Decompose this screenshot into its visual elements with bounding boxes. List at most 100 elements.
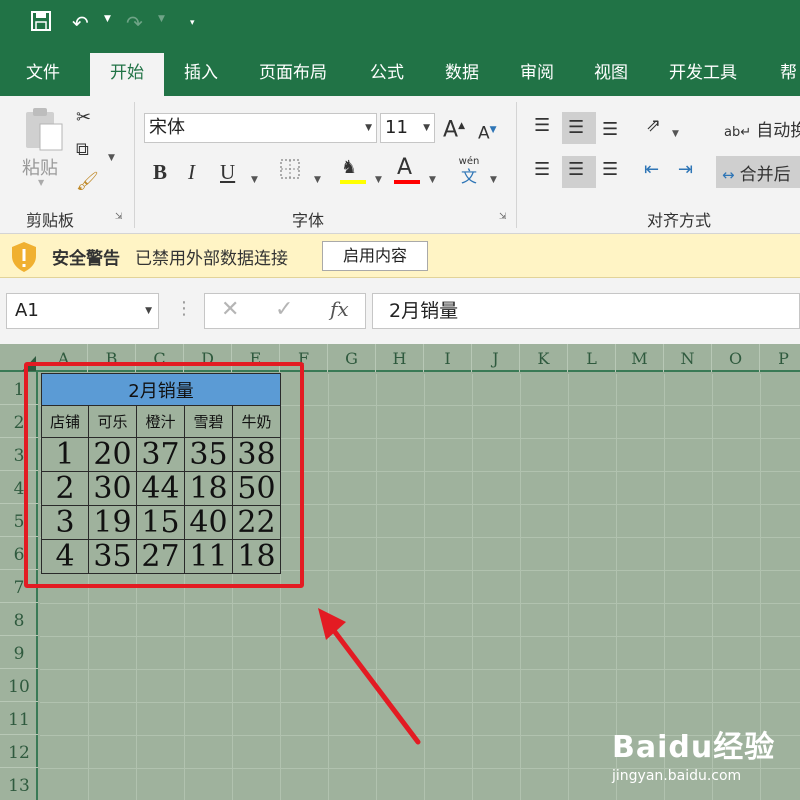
row-header-13[interactable]: 13 [0, 768, 38, 800]
tab-view[interactable]: 视图 [594, 50, 628, 96]
font-name-select[interactable]: 宋体 ▼ [144, 113, 377, 143]
column-gridline [328, 374, 329, 800]
phonetic-bottom: 文 [460, 167, 477, 186]
enable-content-button[interactable]: 启用内容 [322, 241, 428, 271]
font-group-label: 字体 [292, 211, 325, 230]
increase-indent-icon[interactable]: ⇥ [678, 158, 693, 182]
font-launcher-icon[interactable]: ⇲ [499, 212, 507, 222]
baidu-watermark: Baidu经验 jingyan.baidu.com [612, 722, 775, 784]
group-separator [516, 102, 517, 228]
cancel-icon[interactable]: ✕ [221, 297, 239, 322]
redo-icon[interactable]: ↷ [126, 10, 143, 36]
bold-button[interactable]: B [153, 160, 167, 184]
column-header-K[interactable]: K [520, 344, 568, 372]
title-bar: ↶ ▼ ↷ ▼ ▾ [0, 0, 800, 50]
merge-center-button[interactable]: ↔ 合并后 [722, 160, 791, 185]
phonetic-dropdown-icon[interactable]: ▼ [490, 168, 497, 192]
shield-icon [12, 242, 36, 272]
fill-color-dropdown-icon[interactable]: ▼ [375, 168, 382, 192]
redo-dropdown-icon[interactable]: ▼ [158, 14, 165, 24]
security-warning-bar: 安全警告 已禁用外部数据连接 启用内容 [0, 234, 800, 278]
font-color-button[interactable]: A [397, 156, 412, 180]
cut-icon[interactable]: ✂ [76, 106, 91, 130]
font-color-dropdown-icon[interactable]: ▼ [429, 168, 436, 192]
row-gridline [40, 603, 800, 604]
row-header-8[interactable]: 8 [0, 603, 38, 636]
save-icon[interactable] [30, 10, 52, 38]
align-middle-icon[interactable]: ☰ [568, 116, 584, 140]
clipboard-launcher-icon[interactable]: ⇲ [115, 212, 123, 222]
orientation-icon[interactable]: ⇗ [646, 114, 661, 138]
row-header-11[interactable]: 11 [0, 702, 38, 735]
orientation-dropdown-icon[interactable]: ▼ [672, 122, 679, 146]
insert-function-icon[interactable]: fx [330, 297, 349, 321]
merge-label: 合并后 [739, 165, 791, 185]
tab-help[interactable]: 帮 [780, 50, 797, 96]
borders-dropdown-icon[interactable]: ▼ [314, 168, 321, 192]
tab-file[interactable]: 文件 [26, 50, 60, 96]
undo-icon[interactable]: ↶ [72, 10, 89, 36]
column-gridline [520, 374, 521, 800]
column-header-H[interactable]: H [376, 344, 424, 372]
watermark-url: jingyan.baidu.com [612, 768, 742, 784]
align-left-icon[interactable]: ☰ [534, 158, 550, 182]
align-bottom-icon[interactable]: ☰ [602, 118, 618, 142]
align-right-icon[interactable]: ☰ [602, 158, 618, 182]
column-header-L[interactable]: L [568, 344, 616, 372]
undo-dropdown-icon[interactable]: ▼ [104, 14, 111, 24]
formula-input[interactable]: 2月销量 [372, 293, 800, 329]
row-header-9[interactable]: 9 [0, 636, 38, 669]
align-center-icon[interactable]: ☰ [568, 158, 584, 182]
customize-qat-icon[interactable]: ▾ [190, 18, 195, 28]
tab-insert[interactable]: 插入 [184, 50, 218, 96]
tab-page-layout[interactable]: 页面布局 [259, 50, 327, 96]
italic-button[interactable]: I [188, 160, 195, 184]
tab-review[interactable]: 审阅 [520, 50, 554, 96]
paste-button[interactable]: 粘贴 ▼ [16, 104, 70, 194]
format-painter-icon[interactable]: 🖌 [76, 170, 99, 194]
ribbon-tabs: 文件 开始 插入 页面布局 公式 数据 审阅 视图 开发工具 帮 [0, 50, 800, 96]
column-header-O[interactable]: O [712, 344, 760, 372]
underline-dropdown-icon[interactable]: ▼ [251, 168, 258, 192]
copy-dropdown-icon[interactable]: ▼ [108, 146, 115, 170]
tab-data[interactable]: 数据 [445, 50, 479, 96]
chevron-down-icon: ▼ [423, 123, 430, 133]
wrap-text-icon: ab↵ [724, 125, 752, 140]
increase-font-icon[interactable]: A▲ [443, 114, 465, 142]
column-header-I[interactable]: I [424, 344, 472, 372]
watermark-brand: Baidu经验 [612, 730, 776, 765]
decrease-font-icon[interactable]: A▼ [478, 118, 497, 146]
enter-icon[interactable]: ✓ [275, 297, 293, 322]
tab-formulas[interactable]: 公式 [370, 50, 404, 96]
font-color-swatch [394, 180, 420, 184]
decrease-indent-icon[interactable]: ⇤ [644, 158, 659, 182]
underline-button[interactable]: U [220, 160, 235, 184]
fill-color-icon[interactable]: ♞ [341, 156, 357, 180]
fill-color-swatch [340, 180, 366, 184]
column-header-M[interactable]: M [616, 344, 664, 372]
formula-buttons: ✕ ✓ fx [204, 293, 366, 329]
wrap-text-button[interactable]: ab↵ 自动换 [724, 116, 800, 141]
alignment-group-label: 对齐方式 [647, 211, 712, 230]
tab-home[interactable]: 开始 [90, 53, 164, 96]
column-gridline [424, 374, 425, 800]
copy-icon[interactable]: ⧉ [76, 138, 89, 162]
column-header-G[interactable]: G [328, 344, 376, 372]
formula-bar-grip-icon[interactable]: ⋮ [175, 298, 193, 319]
font-size-select[interactable]: 11 ▼ [380, 113, 435, 143]
row-header-10[interactable]: 10 [0, 669, 38, 702]
name-box[interactable]: A1 ▼ [6, 293, 159, 329]
merge-icon: ↔ [722, 166, 735, 184]
column-header-P[interactable]: P [760, 344, 800, 372]
tab-developer[interactable]: 开发工具 [669, 50, 737, 96]
column-header-N[interactable]: N [664, 344, 712, 372]
phonetic-button[interactable]: wén 文 [456, 156, 482, 186]
ribbon: 粘贴 ▼ ✂ ⧉ ▼ 🖌 剪贴板 ⇲ 宋体 ▼ 11 ▼ A▲ A▼ B I U… [0, 96, 800, 234]
font-size-value: 11 [385, 117, 408, 138]
borders-icon[interactable] [279, 158, 301, 187]
font-name-value: 宋体 [149, 117, 185, 138]
align-top-icon[interactable]: ☰ [534, 114, 550, 138]
paste-label: 粘贴 [22, 158, 58, 179]
column-header-J[interactable]: J [472, 344, 520, 372]
row-header-12[interactable]: 12 [0, 735, 38, 768]
